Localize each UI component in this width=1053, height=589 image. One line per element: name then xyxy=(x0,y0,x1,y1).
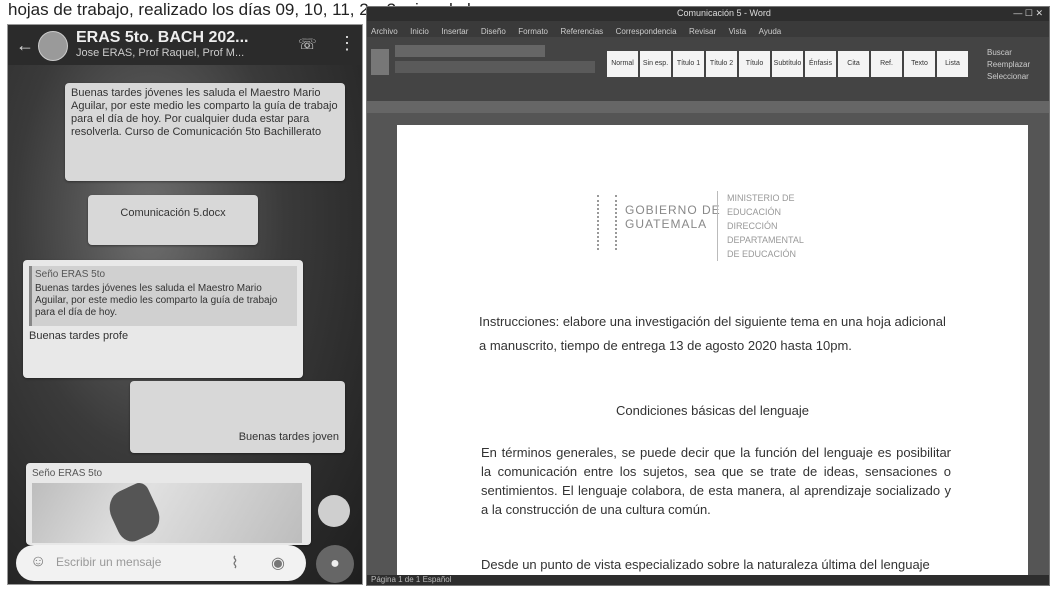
quote-author: Seño ERAS 5to xyxy=(35,269,106,280)
more-options-icon[interactable]: ⋮ xyxy=(338,33,356,54)
style-tile[interactable]: Ref. xyxy=(871,51,902,77)
style-tile[interactable]: Normal xyxy=(607,51,638,77)
message-text: Buenas tardes joven xyxy=(238,431,339,443)
style-tile[interactable]: Subtítulo xyxy=(772,51,803,77)
emoji-icon[interactable]: ☺ xyxy=(30,553,46,571)
body-paragraph[interactable]: Desde un punto de vista especializado so… xyxy=(481,555,951,574)
style-tile[interactable]: Lista xyxy=(937,51,968,77)
message-input-bar[interactable]: ☺ Escribir un mensaje ⌇ ◉ xyxy=(16,545,306,581)
instructions-text[interactable]: Instrucciones: elabore una investigación… xyxy=(479,310,949,358)
document-name: Comunicación 5.docx xyxy=(120,207,226,219)
style-tile[interactable]: Texto xyxy=(904,51,935,77)
attach-icon[interactable]: ⌇ xyxy=(231,553,239,573)
body-paragraph[interactable]: En términos generales, se puede decir qu… xyxy=(481,443,951,519)
image-message[interactable]: Seño ERAS 5to xyxy=(26,463,311,547)
select-button[interactable]: Seleccionar xyxy=(987,71,1045,83)
ribbon-tabs: Archivo Inicio Insertar Diseño Formato R… xyxy=(367,21,1049,37)
document-message[interactable]: Comunicación 5.docx xyxy=(88,195,258,245)
message-bubble[interactable]: Buenas tardes joven xyxy=(130,381,345,453)
font-format-row[interactable] xyxy=(395,61,595,73)
style-tile[interactable]: Cita xyxy=(838,51,869,77)
chat-subtitle: Jose ERAS, Prof Raquel, Prof M... xyxy=(76,47,245,59)
paste-button[interactable] xyxy=(371,49,389,75)
message-text: Buenas tardes profe xyxy=(29,330,129,342)
document-page[interactable]: GOBIERNO DE GUATEMALA MINISTERIO DE EDUC… xyxy=(397,125,1028,585)
ribbon: Normal Sin esp. Título 1 Título 2 Título Subt… xyxy=(367,37,1049,101)
style-tile[interactable]: Título 2 xyxy=(706,51,737,77)
microphone-button[interactable]: ● xyxy=(316,545,354,583)
word-window: Comunicación 5 - Word — ☐ ✕ Archivo Inic… xyxy=(366,6,1050,586)
quoted-message[interactable]: Seño ERAS 5to Buenas tardes jóvenes les … xyxy=(29,266,297,326)
quote-text: Buenas tardes jóvenes les saluda el Maes… xyxy=(35,283,278,318)
image-thumbnail[interactable] xyxy=(32,479,302,547)
ruler[interactable] xyxy=(367,101,1049,113)
back-arrow-icon[interactable]: ← xyxy=(16,35,34,56)
scroll-down-button[interactable] xyxy=(318,495,350,527)
status-bar: Página 1 de 1 Español xyxy=(367,575,1049,585)
window-controls[interactable]: — ☐ ✕ xyxy=(1013,8,1043,19)
style-tile[interactable]: Título 1 xyxy=(673,51,704,77)
emblem-icon xyxy=(597,195,617,250)
styles-gallery: Normal Sin esp. Título 1 Título 2 Título Subt… xyxy=(607,51,977,79)
chat-title[interactable]: ERAS 5to. BACH 202... xyxy=(76,29,248,47)
style-tile[interactable]: Énfasis xyxy=(805,51,836,77)
document-heading[interactable]: Condiciones básicas del lenguaje xyxy=(397,403,1028,418)
ministry-logo: GOBIERNO DE GUATEMALA MINISTERIO DE EDUC… xyxy=(577,185,847,265)
message-input[interactable]: Escribir un mensaje xyxy=(56,555,161,569)
group-avatar[interactable] xyxy=(38,31,68,61)
message-bubble[interactable]: Buenas tardes jóvenes les saluda el Maes… xyxy=(65,83,345,181)
microphone-icon: ● xyxy=(330,555,340,572)
add-call-icon[interactable]: ☏ xyxy=(298,35,317,53)
style-tile[interactable]: Sin esp. xyxy=(640,51,671,77)
quote-author: Seño ERAS 5to xyxy=(32,468,103,479)
message-text: Buenas tardes jóvenes les saluda el Maes… xyxy=(71,87,338,138)
style-tile[interactable]: Título xyxy=(739,51,770,77)
replace-button[interactable]: Reemplazar xyxy=(987,59,1045,71)
reply-message[interactable]: Seño ERAS 5to Buenas tardes jóvenes les … xyxy=(23,260,303,378)
title-bar: Comunicación 5 - Word — ☐ ✕ xyxy=(367,7,1049,21)
chat-header: ← ERAS 5to. BACH 202... Jose ERAS, Prof … xyxy=(8,25,362,65)
logo-divider xyxy=(717,191,718,261)
logo-left-text: GOBIERNO DE GUATEMALA xyxy=(625,203,721,231)
find-button[interactable]: Buscar xyxy=(987,47,1045,59)
font-selector[interactable] xyxy=(395,45,545,57)
camera-icon[interactable]: ◉ xyxy=(271,553,285,573)
document-title: Comunicación 5 - Word xyxy=(677,8,771,18)
editing-group: Buscar Reemplazar Seleccionar xyxy=(987,47,1045,87)
chat-panel: ← ERAS 5to. BACH 202... Jose ERAS, Prof … xyxy=(7,24,363,585)
logo-right-text: MINISTERIO DE EDUCACIÓN DIRECCIÓN DEPART… xyxy=(727,193,804,259)
